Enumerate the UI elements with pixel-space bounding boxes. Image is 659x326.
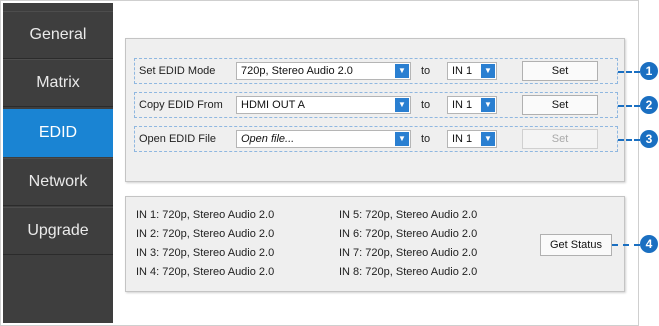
status-line: IN 3: 720p, Stereo Audio 2.0: [136, 247, 275, 259]
sidebar-item-label: Matrix: [36, 74, 80, 91]
copy-source-select[interactable]: HDMI OUT A ▼: [236, 96, 411, 114]
sidebar-item-upgrade[interactable]: Upgrade: [3, 207, 113, 255]
status-line: IN 2: 720p, Stereo Audio 2.0: [136, 228, 275, 240]
callout-connector: [618, 71, 640, 73]
sidebar-item-label: EDID: [38, 124, 78, 141]
to-label: to: [421, 65, 431, 77]
set-edid-mode-button[interactable]: Set: [522, 61, 598, 81]
chevron-down-icon: ▼: [481, 98, 495, 112]
sidebar-item-label: Upgrade: [27, 222, 89, 239]
target-input-select[interactable]: IN 1 ▼: [447, 96, 497, 114]
sidebar-item-network[interactable]: Network: [3, 158, 113, 206]
to-label: to: [421, 99, 431, 111]
open-edid-file-label: Open EDID File: [139, 133, 217, 145]
sidebar-item-label: General: [29, 26, 87, 43]
edid-settings-panel: Set EDID Mode 720p, Stereo Audio 2.0 ▼ t…: [125, 38, 625, 182]
open-file-value: Open file...: [241, 133, 295, 145]
target-input-value: IN 1: [452, 99, 473, 111]
target-input-value: IN 1: [452, 65, 473, 77]
chevron-down-icon: ▼: [481, 64, 495, 78]
chevron-down-icon: ▼: [481, 132, 495, 146]
target-input-select[interactable]: IN 1 ▼: [447, 62, 497, 80]
status-line: IN 8: 720p, Stereo Audio 2.0: [339, 266, 478, 278]
chevron-down-icon: ▼: [395, 98, 409, 112]
callout-connector: [612, 244, 640, 246]
callout-badge-1: 1: [640, 62, 658, 80]
open-file-select[interactable]: Open file... ▼: [236, 130, 411, 148]
get-status-button[interactable]: Get Status: [540, 234, 612, 256]
copy-edid-set-button[interactable]: Set: [522, 95, 598, 115]
status-line: IN 6: 720p, Stereo Audio 2.0: [339, 228, 478, 240]
edid-mode-select[interactable]: 720p, Stereo Audio 2.0 ▼: [236, 62, 411, 80]
copy-source-value: HDMI OUT A: [241, 99, 305, 111]
callout-badge-2: 2: [640, 96, 658, 114]
callout-badge-3: 3: [640, 130, 658, 148]
edid-status-panel: IN 1: 720p, Stereo Audio 2.0 IN 2: 720p,…: [125, 196, 625, 292]
target-input-select[interactable]: IN 1 ▼: [447, 130, 497, 148]
target-input-value: IN 1: [452, 133, 473, 145]
sidebar-item-matrix[interactable]: Matrix: [3, 59, 113, 107]
open-edid-file-row: Open EDID File Open file... ▼ to IN 1 ▼ …: [134, 126, 618, 152]
status-line: IN 1: 720p, Stereo Audio 2.0: [136, 209, 275, 221]
chevron-down-icon: ▼: [395, 132, 409, 146]
set-edid-mode-label: Set EDID Mode: [139, 65, 216, 77]
sidebar-item-edid[interactable]: EDID: [3, 109, 113, 157]
to-label: to: [421, 133, 431, 145]
sidebar-item-label: Network: [28, 173, 88, 190]
open-file-set-button[interactable]: Set: [522, 129, 598, 149]
status-line: IN 7: 720p, Stereo Audio 2.0: [339, 247, 478, 259]
sidebar-item-general[interactable]: General: [3, 11, 113, 59]
callout-connector: [618, 139, 640, 141]
callout-badge-4: 4: [640, 235, 658, 253]
status-line: IN 5: 720p, Stereo Audio 2.0: [339, 209, 478, 221]
chevron-down-icon: ▼: [395, 64, 409, 78]
sidebar-nav: General Matrix EDID Network Upgrade: [3, 3, 113, 323]
status-line: IN 4: 720p, Stereo Audio 2.0: [136, 266, 275, 278]
copy-edid-from-label: Copy EDID From: [139, 99, 223, 111]
copy-edid-from-row: Copy EDID From HDMI OUT A ▼ to IN 1 ▼ Se…: [134, 92, 618, 118]
callout-connector: [618, 105, 640, 107]
edid-mode-value: 720p, Stereo Audio 2.0: [241, 65, 353, 77]
set-edid-mode-row: Set EDID Mode 720p, Stereo Audio 2.0 ▼ t…: [134, 58, 618, 84]
